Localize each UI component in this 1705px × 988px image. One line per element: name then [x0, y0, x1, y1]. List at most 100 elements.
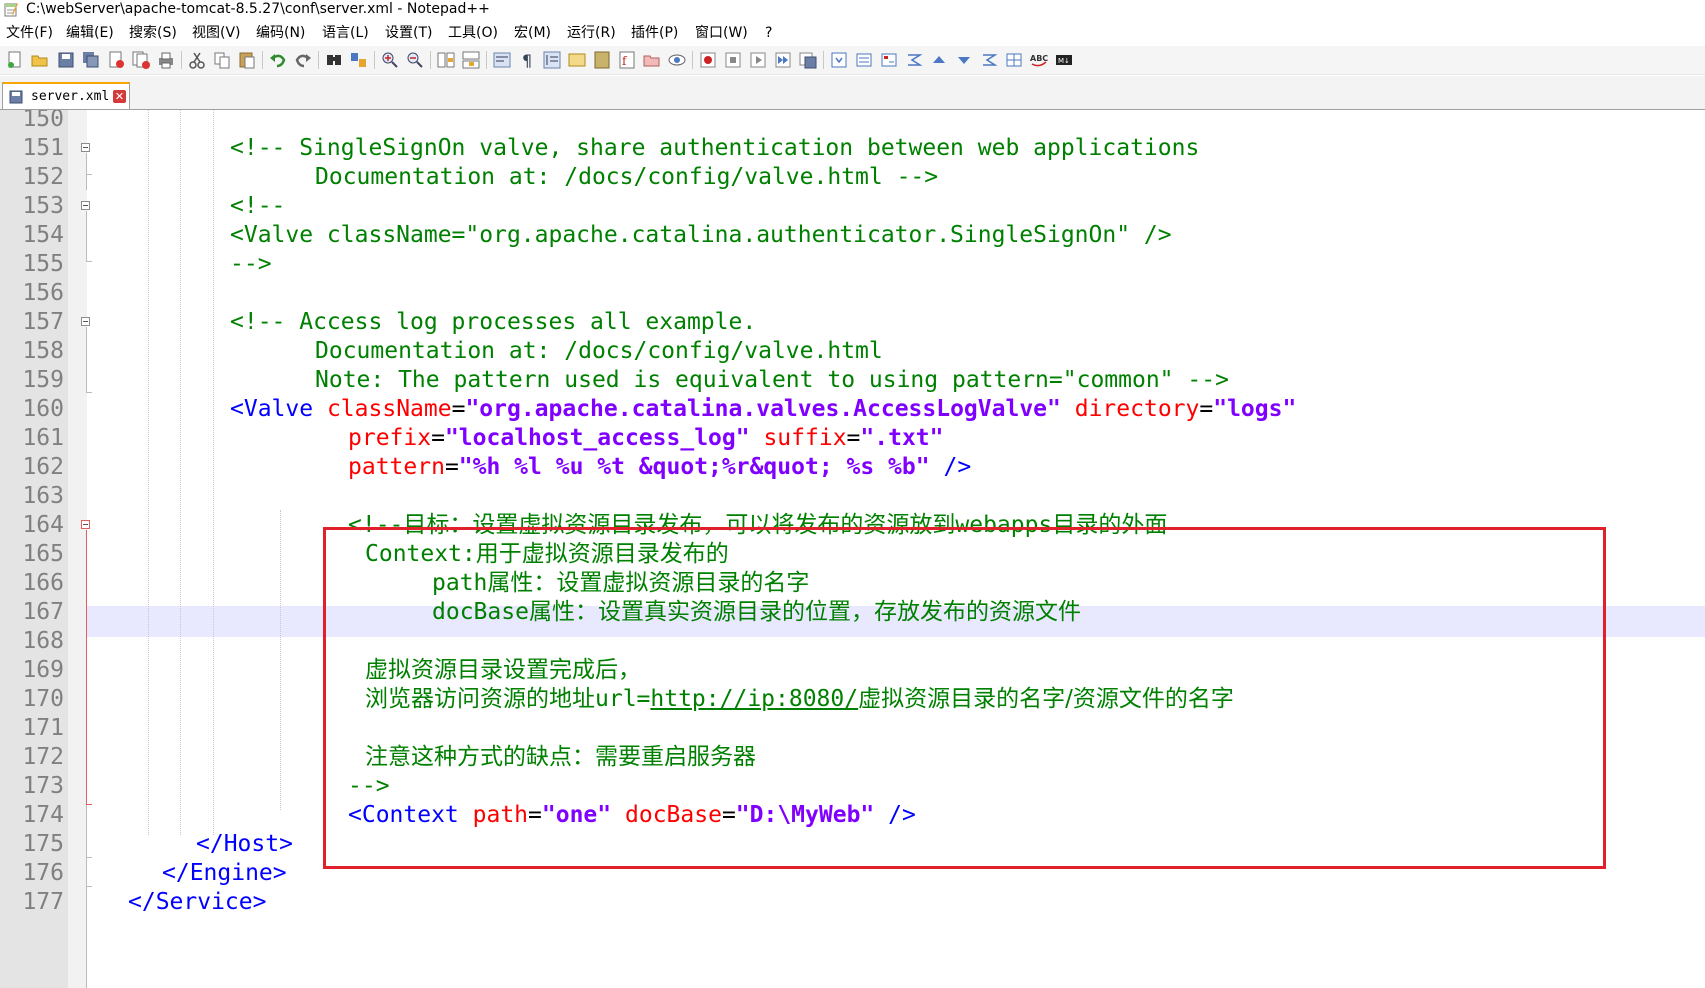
code-comment: <!-- Access log processes all example. [230, 309, 757, 335]
menu-settings[interactable]: 设置(T) [385, 24, 432, 42]
line-number: 174 [22, 802, 64, 828]
fold-toggle-icon[interactable] [81, 317, 90, 326]
new-file-icon[interactable] [5, 50, 25, 70]
tab-label: server.xml [31, 89, 110, 104]
fold-toggle-icon[interactable] [81, 143, 90, 152]
arrow-up-icon[interactable] [929, 50, 949, 70]
toolbar-separator [823, 51, 824, 69]
zoom-in-icon[interactable] [380, 50, 400, 70]
cut-icon[interactable] [187, 50, 207, 70]
close-icon[interactable] [106, 50, 126, 70]
menu-macro[interactable]: 宏(M) [514, 24, 551, 42]
code-comment: --> [230, 251, 272, 277]
record-macro-icon[interactable] [698, 50, 718, 70]
stop-macro-icon[interactable] [723, 50, 743, 70]
xml-tag: /> [943, 454, 972, 480]
plugin-5-icon[interactable] [979, 50, 999, 70]
menu-run[interactable]: 运行(R) [567, 24, 616, 42]
plugin-2-icon[interactable] [854, 50, 874, 70]
menu-search[interactable]: 搜索(S) [129, 24, 177, 42]
monitor-icon[interactable] [667, 50, 687, 70]
xml-tag: </Host> [196, 831, 293, 857]
line-number: 175 [22, 831, 64, 857]
fold-line [86, 530, 87, 805]
line-number: 154 [22, 222, 64, 248]
xml-tag: </Service> [128, 889, 267, 915]
xml-attribute: className [326, 396, 452, 422]
fold-margin[interactable] [68, 110, 87, 988]
toolbar-separator [318, 51, 319, 69]
fold-line [86, 805, 87, 988]
print-icon[interactable] [156, 50, 176, 70]
menu-window[interactable]: 窗口(W) [695, 24, 748, 42]
find-icon[interactable] [324, 50, 344, 70]
code-comment: Documentation at: /docs/config/valve.htm… [315, 164, 939, 190]
tab-server-xml[interactable]: server.xml ✕ [2, 82, 130, 109]
code-comment: <Valve className="org.apache.catalina.au… [230, 222, 1172, 248]
redo-icon[interactable] [293, 50, 313, 70]
play-macro-icon[interactable] [748, 50, 768, 70]
line-number: 168 [22, 628, 64, 654]
menu-plugins[interactable]: 插件(P) [631, 24, 678, 42]
menu-view[interactable]: 视图(V) [192, 24, 241, 42]
line-number: 160 [22, 396, 64, 422]
undo-icon[interactable] [268, 50, 288, 70]
fold-end [86, 886, 92, 887]
function-list-icon[interactable]: f [617, 50, 637, 70]
code-line-161: prefix="localhost_access_log" suffix=".t… [348, 425, 944, 451]
close-all-icon[interactable] [131, 50, 151, 70]
plugin-6-icon[interactable] [1004, 50, 1024, 70]
line-number: 163 [22, 483, 64, 509]
fold-toggle-icon[interactable] [81, 201, 90, 210]
menu-language[interactable]: 语言(L) [322, 24, 369, 42]
doc-map-icon[interactable] [592, 50, 612, 70]
sync-h-icon[interactable] [461, 50, 481, 70]
menu-edit[interactable]: 编辑(E) [66, 24, 114, 42]
toolbar: ¶ f ABC M↓ [0, 46, 1705, 75]
indent-guide [148, 110, 149, 835]
word-wrap-icon[interactable] [492, 50, 512, 70]
run-macro-multiple-icon[interactable] [773, 50, 793, 70]
indent-guide [180, 110, 181, 835]
plugin-3-icon[interactable] [879, 50, 899, 70]
line-number: 156 [22, 280, 64, 306]
save-all-icon[interactable] [81, 50, 101, 70]
save-icon[interactable] [56, 50, 76, 70]
plugin-4-icon[interactable] [904, 50, 924, 70]
fold-toggle-icon[interactable] [81, 520, 90, 529]
arrow-down-icon[interactable] [954, 50, 974, 70]
menu-encoding[interactable]: 编码(N) [256, 24, 305, 42]
xml-attribute: directory [1074, 396, 1200, 422]
line-number: 169 [22, 657, 64, 683]
code-comment: Note: The pattern used is equivalent to … [315, 367, 1229, 393]
menu-help[interactable]: ? [765, 24, 772, 42]
show-all-chars-icon[interactable]: ¶ [517, 50, 537, 70]
sync-v-icon[interactable] [436, 50, 456, 70]
tab-close-icon[interactable]: ✕ [113, 90, 126, 103]
editor-area[interactable]: 150 151 152 153 154 155 156 157 158 159 … [0, 110, 1705, 988]
zoom-out-icon[interactable] [405, 50, 425, 70]
folder-workspace-icon[interactable] [642, 50, 662, 70]
open-icon[interactable] [30, 50, 50, 70]
menu-file[interactable]: 文件(F) [6, 24, 53, 42]
replace-icon[interactable] [349, 50, 369, 70]
menu-tools[interactable]: 工具(O) [448, 24, 498, 42]
line-number: 161 [22, 425, 64, 451]
indent-guide-icon[interactable] [542, 50, 562, 70]
paste-icon[interactable] [237, 50, 257, 70]
line-number: 173 [22, 773, 64, 799]
save-macro-icon[interactable] [798, 50, 818, 70]
annotation-box [323, 527, 1606, 869]
file-saved-icon [9, 90, 23, 104]
spellcheck-icon[interactable]: ABC [1029, 50, 1049, 70]
xml-value: "org.apache.catalina.valves.AccessLogVal… [465, 396, 1061, 422]
line-number: 164 [22, 512, 64, 538]
udl-icon[interactable] [567, 50, 587, 70]
code-comment: <!-- [230, 193, 286, 219]
md-icon[interactable]: M↓ [1054, 50, 1074, 70]
plugin-1-icon[interactable] [829, 50, 849, 70]
xml-attribute: pattern [348, 454, 445, 480]
code-comment: Documentation at: /docs/config/valve.htm… [315, 338, 883, 364]
fold-end [86, 174, 92, 175]
copy-icon[interactable] [212, 50, 232, 70]
